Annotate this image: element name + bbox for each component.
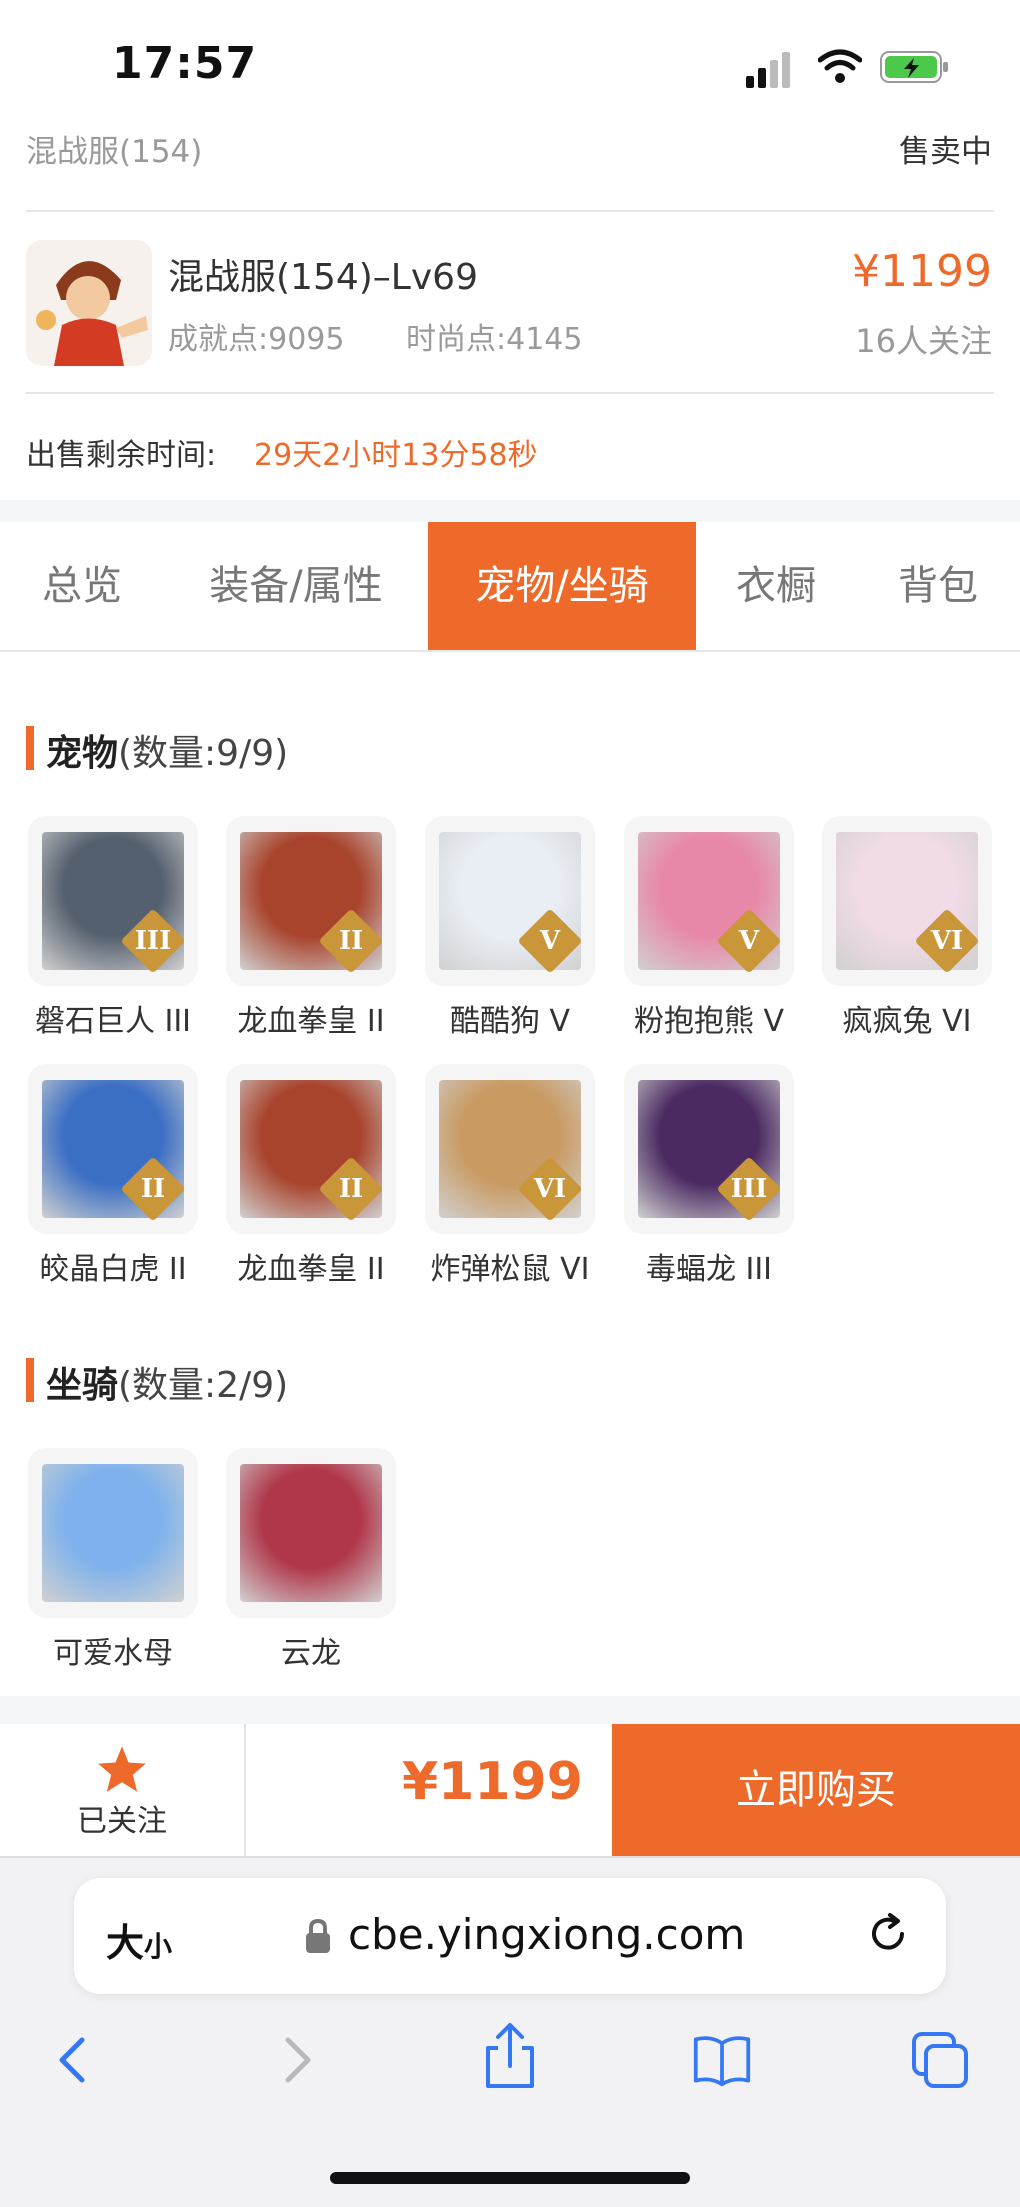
pet-card[interactable]: II — [28, 1064, 198, 1234]
tab-equipment[interactable]: 装备/属性 — [164, 522, 428, 650]
home-indicator — [330, 2172, 690, 2184]
pet-card[interactable]: VI — [822, 816, 992, 986]
divider — [244, 1724, 246, 1856]
pet-name: 毒蝠龙 III — [645, 1252, 773, 1287]
pet-name: 龙血拳皇 II — [237, 1252, 385, 1287]
status-time: 17:57 — [112, 38, 258, 89]
pet-card[interactable]: V — [425, 816, 595, 986]
pet-card[interactable]: V — [624, 816, 794, 986]
text-size-button[interactable]: 大小 — [106, 1912, 172, 1967]
mounts-section-title: 坐骑 — [46, 1365, 119, 1406]
mount-card[interactable] — [226, 1448, 396, 1618]
pet-card[interactable]: II — [226, 1064, 396, 1234]
section-marker — [26, 726, 34, 770]
section-marker — [26, 1358, 34, 1402]
pet-card[interactable]: VI — [425, 1064, 595, 1234]
section-gap — [0, 500, 1020, 522]
achievement-points: 成就点:9095 — [168, 322, 345, 357]
mount-image — [240, 1464, 382, 1602]
remaining-time-value: 29天2小时13分58秒 — [254, 438, 538, 473]
fashion-points: 时尚点:4145 — [406, 322, 583, 357]
grade-badge-text: II — [338, 926, 364, 956]
pet-card[interactable]: III — [624, 1064, 794, 1234]
share-icon[interactable] — [480, 2022, 540, 2090]
mounts-count: (数量:2/9) — [118, 1365, 289, 1406]
pet-card[interactable]: III — [28, 816, 198, 986]
tab-bar: 总览 装备/属性 宠物/坐骑 衣橱 背包 — [0, 522, 1020, 652]
pets-count: (数量:9/9) — [118, 733, 289, 774]
cellular-signal-icon — [746, 52, 796, 88]
server-name: 混战服(154) — [26, 134, 203, 170]
mount-name: 云龙 — [281, 1636, 341, 1671]
star-icon — [98, 1746, 146, 1792]
sale-status: 售卖中 — [899, 134, 992, 170]
lock-icon — [306, 1918, 330, 1953]
character-avatar — [26, 240, 152, 366]
section-gap — [0, 1696, 1020, 1724]
grade-badge-text: III — [134, 926, 172, 956]
forward-icon[interactable] — [266, 2030, 326, 2090]
grade-badge-text: VI — [533, 1174, 567, 1204]
wifi-icon — [818, 49, 862, 83]
grade-badge-text: II — [140, 1174, 166, 1204]
back-icon[interactable] — [46, 2030, 106, 2090]
tabs-icon[interactable] — [910, 2030, 970, 2090]
text-size-big: 大 — [106, 1921, 145, 1965]
pet-name: 酷酷狗 V — [449, 1004, 571, 1039]
character-title: 混战服(154)–Lv69 — [168, 257, 478, 298]
pet-name: 龙血拳皇 II — [237, 1004, 385, 1039]
tab-pets-mounts[interactable]: 宠物/坐骑 — [428, 522, 696, 650]
listing-price: ¥1199 — [852, 246, 992, 297]
battery-icon — [880, 51, 948, 83]
divider — [26, 392, 994, 394]
follower-count: 16人关注 — [855, 322, 992, 360]
pet-name: 粉抱抱熊 V — [633, 1004, 785, 1039]
buy-now-button[interactable]: 立即购买 — [612, 1724, 1020, 1856]
mount-name: 可爱水母 — [53, 1636, 173, 1671]
reload-icon[interactable] — [866, 1912, 910, 1956]
tab-wardrobe[interactable]: 衣橱 — [696, 522, 856, 650]
pet-card[interactable]: II — [226, 816, 396, 986]
tab-backpack[interactable]: 背包 — [856, 522, 1020, 650]
divider — [26, 210, 994, 212]
pet-name: 炸弹松鼠 VI — [430, 1252, 590, 1287]
pet-name: 皎晶白虎 II — [39, 1252, 187, 1287]
bookmarks-icon[interactable] — [692, 2030, 752, 2090]
grade-badge-text: V — [539, 926, 561, 956]
grade-badge-text: II — [338, 1174, 364, 1204]
grade-badge-text: VI — [930, 926, 964, 956]
follow-button[interactable]: 已关注 — [0, 1724, 244, 1856]
mount-card[interactable] — [28, 1448, 198, 1618]
url-text: cbe.yingxiong.com — [348, 1910, 746, 1959]
grade-badge-text: V — [738, 926, 760, 956]
bottom-price: ¥1199 — [402, 1752, 583, 1812]
mount-image — [42, 1464, 184, 1602]
tab-overview[interactable]: 总览 — [0, 522, 164, 650]
pet-name: 磐石巨人 III — [34, 1004, 192, 1039]
pet-name: 疯疯兔 VI — [842, 1004, 972, 1039]
follow-label: 已关注 — [77, 1804, 167, 1839]
pets-section-title: 宠物 — [46, 733, 119, 774]
remaining-time-label: 出售剩余时间: — [26, 438, 217, 473]
grade-badge-text: III — [730, 1174, 768, 1204]
text-size-small: 小 — [144, 1930, 173, 1963]
